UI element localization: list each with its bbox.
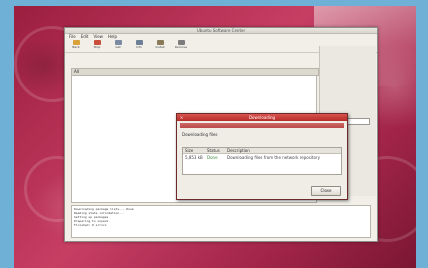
- download-table: Size Status Description 5,853 kB Done Do…: [182, 147, 342, 175]
- row-description: Downloading files from the network repos…: [227, 155, 320, 160]
- download-dialog: × Downloading Downloading files Size Sta…: [176, 113, 348, 200]
- toolbar-back-button[interactable]: Back: [69, 40, 83, 52]
- toolbar-label: Install: [155, 45, 165, 49]
- table-header: Size Status Description: [183, 148, 341, 154]
- toolbar-remove-button[interactable]: Remove: [174, 40, 188, 52]
- menu-help[interactable]: Help: [108, 34, 117, 39]
- row-status: Done: [207, 155, 218, 160]
- terminal-log: Downloading package lists... Done Readin…: [71, 205, 371, 238]
- toolbar-info-button[interactable]: Info: [132, 40, 146, 52]
- menu-file[interactable]: File: [69, 34, 76, 39]
- toolbar-label: Stop: [93, 45, 101, 49]
- toolbar-label: Remove: [174, 45, 188, 49]
- table-row[interactable]: 5,853 kB Done Downloading files from the…: [183, 155, 341, 160]
- close-button[interactable]: Close: [311, 186, 341, 196]
- menu-view[interactable]: View: [93, 34, 103, 39]
- row-size: 5,853 kB: [185, 155, 203, 160]
- toolbar-label: Get: [115, 45, 121, 49]
- toolbar-get-button[interactable]: Get: [111, 40, 125, 52]
- dialog-header: Downloading files: [182, 132, 218, 137]
- progress-bar: [180, 123, 344, 128]
- toolbar-install-button[interactable]: Install: [153, 40, 167, 52]
- dialog-title: Downloading: [248, 115, 276, 120]
- column-description: Description: [227, 148, 250, 153]
- column-status: Status: [207, 148, 220, 153]
- column-size: Size: [185, 148, 194, 153]
- menu-edit[interactable]: Edit: [81, 34, 89, 39]
- toolbar-label: Back: [72, 45, 80, 49]
- log-line: Finished: 0 errors: [74, 223, 107, 227]
- dialog-title-bar: × Downloading: [177, 114, 347, 121]
- close-icon[interactable]: ×: [179, 115, 184, 120]
- toolbar-stop-button[interactable]: Stop: [90, 40, 104, 52]
- toolbar-label: Info: [136, 45, 142, 49]
